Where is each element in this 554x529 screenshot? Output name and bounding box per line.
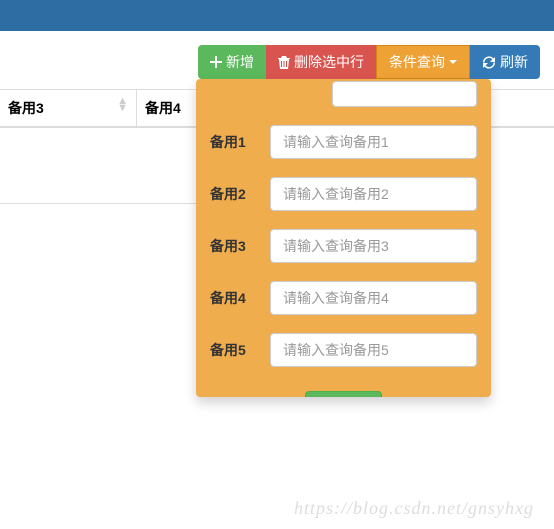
filter-field-bak5: 备用5 bbox=[210, 333, 477, 367]
filter-label-bak1: 备用1 bbox=[210, 132, 270, 152]
filter-field-bak2: 备用2 bbox=[210, 177, 477, 211]
top-nav-bar bbox=[0, 0, 554, 31]
plus-icon bbox=[210, 56, 222, 68]
filter-search-row: 查询 bbox=[210, 385, 477, 397]
search-button[interactable]: 查询 bbox=[305, 391, 382, 397]
filter-scroll-area[interactable]: 备用1 备用2 备用3 备用4 备用5 查询 bbox=[196, 79, 491, 397]
filter-input-partial[interactable] bbox=[332, 81, 477, 107]
trash-icon bbox=[278, 56, 290, 69]
filter-input-bak5[interactable] bbox=[270, 333, 477, 367]
column-header-bak3[interactable]: 备用3 ▲▼ bbox=[0, 90, 137, 126]
toolbar: 新增 删除选中行 条件查询 刷新 bbox=[0, 31, 554, 79]
delete-button-label: 删除选中行 bbox=[294, 52, 364, 72]
table-empty-row bbox=[0, 168, 197, 204]
add-button[interactable]: 新增 bbox=[198, 45, 266, 79]
filter-label-bak2: 备用2 bbox=[210, 184, 270, 204]
column-header-bak4[interactable]: 备用4 bbox=[137, 90, 197, 126]
filter-input-bak3[interactable] bbox=[270, 229, 477, 263]
filter-field-bak1: 备用1 bbox=[210, 125, 477, 159]
delete-button[interactable]: 删除选中行 bbox=[266, 45, 376, 79]
refresh-button[interactable]: 刷新 bbox=[470, 45, 540, 79]
filter-field-bak4: 备用4 bbox=[210, 281, 477, 315]
refresh-button-label: 刷新 bbox=[500, 52, 528, 72]
filter-button-label: 条件查询 bbox=[389, 52, 445, 72]
filter-input-bak2[interactable] bbox=[270, 177, 477, 211]
filter-label-bak5: 备用5 bbox=[210, 340, 270, 360]
filter-input-bak1[interactable] bbox=[270, 125, 477, 159]
filter-dropdown-panel: 备用1 备用2 备用3 备用4 备用5 查询 bbox=[196, 79, 491, 397]
add-button-label: 新增 bbox=[226, 52, 254, 72]
filter-field-bak3: 备用3 bbox=[210, 229, 477, 263]
filter-label-bak3: 备用3 bbox=[210, 236, 270, 256]
filter-input-bak4[interactable] bbox=[270, 281, 477, 315]
caret-down-icon bbox=[449, 60, 457, 64]
sort-icon: ▲▼ bbox=[117, 98, 128, 112]
filter-label-bak4: 备用4 bbox=[210, 288, 270, 308]
watermark: https://blog.csdn.net/gnsyhxg bbox=[294, 498, 534, 519]
refresh-icon bbox=[482, 56, 496, 69]
filter-button[interactable]: 条件查询 bbox=[376, 45, 470, 79]
filter-field-partial bbox=[210, 87, 477, 107]
